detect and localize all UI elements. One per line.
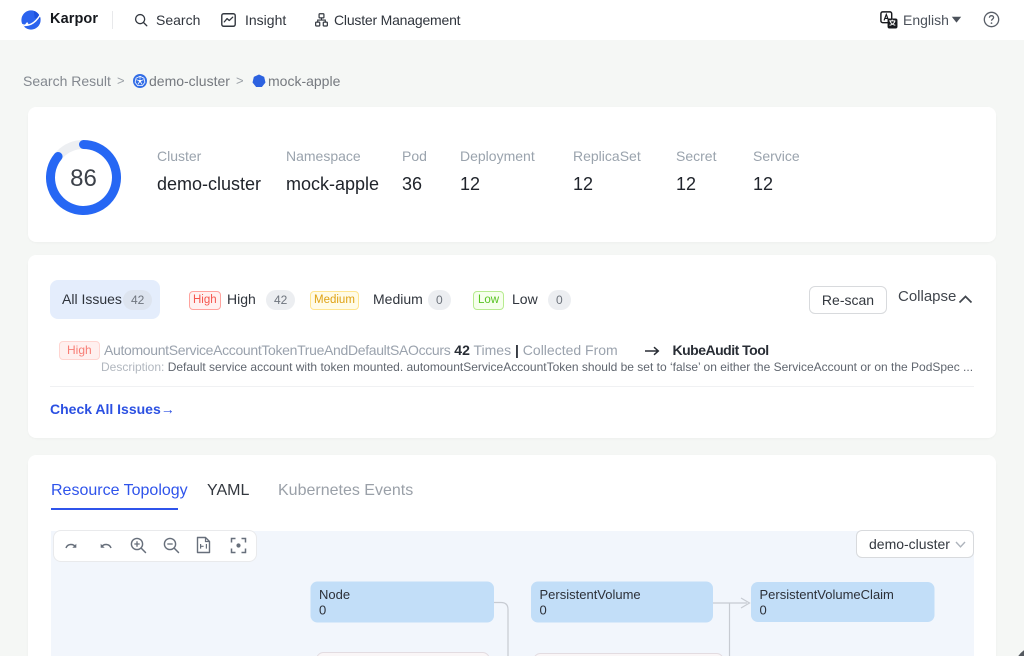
svg-text:PersistentVolume: PersistentVolume: [540, 587, 641, 602]
svg-text:0: 0: [540, 603, 547, 618]
svg-text:0: 0: [760, 603, 767, 618]
svg-text:PersistentVolumeClaim: PersistentVolumeClaim: [760, 587, 894, 602]
svg-text:0: 0: [319, 603, 326, 618]
svg-text:86: 86: [70, 165, 97, 192]
svg-text:Node: Node: [319, 587, 350, 602]
